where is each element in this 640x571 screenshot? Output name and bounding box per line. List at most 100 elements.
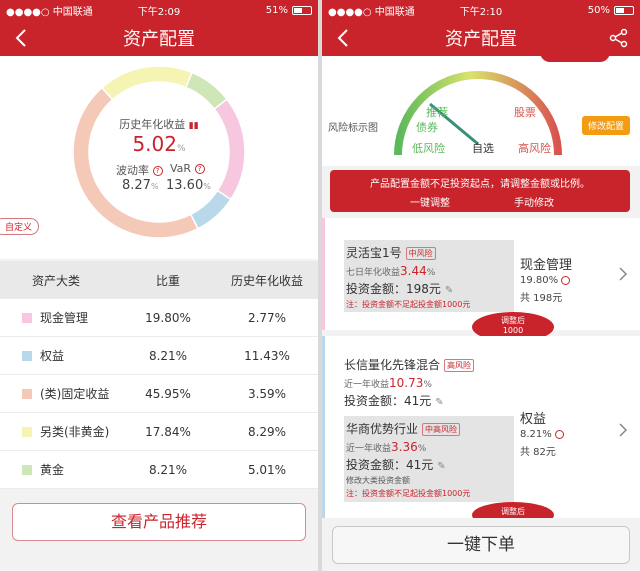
risk-tag: 中高风险 [422, 423, 461, 436]
donut-slice [100, 65, 194, 101]
var-value: 13.60% [166, 178, 211, 193]
category-name: 另类(非黄金) [40, 425, 110, 439]
page-title: 资产配置 [445, 29, 517, 50]
table-row: 黄金 8.21% 5.01% [0, 451, 318, 489]
gauge-label-low: 低风险 [412, 142, 445, 155]
category-swatch [22, 350, 32, 361]
category-name: 权益 [520, 412, 547, 427]
product-item[interactable]: 灵活宝1号 中风险 七日年化收益3.44% 投资金额：198元 ✎ 注：投资金额不足… [344, 240, 514, 312]
edit-icon[interactable]: ✎ [437, 461, 445, 472]
row-return: 3.59% [247, 386, 287, 401]
row-return: 2.77% [247, 310, 287, 325]
decorative-badge [540, 42, 610, 62]
back-arrow-icon[interactable] [332, 26, 356, 50]
table-header: 资产大类 比重 历史年化收益 [0, 261, 318, 299]
row-return: 11.43% [244, 348, 290, 363]
category-total: 共 82元 [520, 447, 556, 458]
product-amount: 投资金额：198元 ✎ [346, 282, 454, 296]
warning-text: 产品配置金额不足投资起点，请调整金额或比例。 [370, 179, 590, 190]
gauge-label-bond: 债券 [416, 121, 438, 134]
risk-tag: 高风险 [444, 359, 475, 372]
header-category: 资产大类 [32, 273, 81, 288]
hist-return-label: 历史年化收益 ▮▮ [119, 118, 199, 131]
row-category: (类)固定收益 [0, 385, 120, 402]
table-row: 现金管理 19.80% 2.77% [0, 299, 318, 337]
nav-bar: 资产配置 [0, 20, 318, 56]
row-return: 5.01% [247, 462, 287, 477]
bar-chart-icon: ▮▮ [188, 121, 199, 131]
chevron-right-icon[interactable] [618, 266, 628, 282]
risk-tag: 中风险 [405, 247, 436, 260]
category-total: 共 198元 [520, 293, 563, 304]
product-note: 注：投资金额不足起投金额1000元 [346, 489, 471, 498]
volatility-label: 波动率 ? [116, 162, 163, 178]
category-name: 现金管理 [40, 311, 89, 325]
category-swatch [22, 464, 32, 475]
category-color-bar [322, 218, 325, 330]
category-weight: 8.21% [520, 429, 564, 440]
table-row: 权益 8.21% 11.43% [0, 337, 318, 375]
row-weight: 8.21% [148, 348, 188, 363]
row-category: 另类(非黄金) [0, 423, 120, 440]
view-products-button[interactable]: 查看产品推荐 [12, 503, 306, 541]
category-name: 黄金 [40, 463, 65, 477]
modify-hint: 修改大类投资金额 [346, 476, 410, 485]
help-icon[interactable]: ? [152, 166, 163, 176]
phone-left-screen: ●●●●○ 中国联通 下午2:09 51% 资产配置 历史年化收益 ▮▮ 5.0… [0, 0, 318, 571]
gauge-label-recommend: 推荐 [426, 106, 448, 119]
category-name: (类)固定收益 [40, 387, 110, 401]
product-name: 灵活宝1号 [346, 246, 402, 260]
product-item[interactable]: 长信量化先锋混合 高风险 近一年收益10.73% 投资金额：41元 ✎ [344, 356, 514, 409]
product-rate: 七日年化收益3.44% [346, 264, 436, 278]
warning-banner: 产品配置金额不足投资起点，请调整金额或比例。 一键调整 手动修改 [330, 170, 630, 212]
manual-edit-link[interactable]: 手动修改 [514, 194, 554, 209]
row-category: 黄金 [0, 461, 120, 478]
category-color-bar [322, 336, 325, 518]
product-note: 注：投资金额不足起投金额1000元 [346, 300, 471, 309]
table-row: 另类(非黄金) 17.84% 8.29% [0, 413, 318, 451]
battery-icon [614, 5, 634, 15]
phone-right-screen: ●●●●○ 中国联通 下午2:10 50% 资产配置 风险标示图 推荐 债券 股… [322, 0, 640, 571]
status-bar: ●●●●○ 中国联通 下午2:09 51% [0, 0, 318, 20]
row-category: 现金管理 [0, 309, 120, 326]
product-item[interactable]: 华商优势行业 中高风险 近一年收益3.36% 投资金额：41元 ✎ 修改大类投资金额… [344, 416, 514, 502]
clock-icon [554, 429, 564, 439]
row-category: 权益 [0, 347, 120, 364]
category-card-equity[interactable]: 长信量化先锋混合 高风险 近一年收益10.73% 投资金额：41元 ✎ 华商优势行业… [322, 336, 640, 528]
back-arrow-icon[interactable] [10, 26, 34, 50]
header-return: 历史年化收益 [230, 273, 303, 288]
chevron-right-icon[interactable] [618, 422, 628, 438]
hist-return-value: 5.02% [132, 132, 186, 156]
summary-panel: 历史年化收益 ▮▮ 5.02% 波动率 ? 8.27% VaR ? 13.60%… [0, 56, 318, 259]
product-rate: 近一年收益3.36% [346, 440, 427, 454]
row-return: 8.29% [247, 424, 287, 439]
help-icon[interactable]: ? [194, 164, 205, 174]
category-summary: 权益 8.21% 共 82元 [520, 408, 564, 458]
one-click-adjust-link[interactable]: 一键调整 [410, 194, 450, 209]
category-swatch [22, 388, 32, 399]
risk-gauge-panel: 风险标示图 推荐 债券 股票 低风险 自选 高风险 修改配置 [322, 42, 640, 166]
volatility-value: 8.27% [122, 178, 159, 193]
allocation-table: 资产大类 比重 历史年化收益 现金管理 19.80% 2.77% 权益 8.21% 11.… [0, 261, 318, 489]
edit-icon[interactable]: ✎ [435, 397, 443, 408]
custom-tag[interactable]: 自定义 [0, 218, 40, 235]
table-row: (类)固定收益 45.95% 3.59% [0, 375, 318, 413]
category-summary: 现金管理 19.80% 共 198元 [520, 254, 572, 304]
one-click-order-button[interactable]: 一键下单 [332, 526, 630, 564]
clock-icon [561, 275, 571, 285]
page-title: 资产配置 [123, 29, 195, 50]
gauge-label-high: 高风险 [518, 142, 551, 155]
clock: 下午2:10 [459, 6, 503, 18]
product-rate: 近一年收益10.73% [344, 376, 432, 390]
share-icon[interactable] [608, 27, 630, 49]
product-amount: 投资金额：41元 ✎ [346, 458, 446, 472]
category-card-cash[interactable]: 灵活宝1号 中风险 七日年化收益3.44% 投资金额：198元 ✎ 注：投资金额不足… [322, 218, 640, 342]
row-weight: 8.21% [148, 462, 188, 477]
edit-icon[interactable]: ✎ [445, 285, 453, 296]
product-amount: 投资金额：41元 ✎ [344, 394, 444, 408]
category-name: 现金管理 [520, 258, 573, 273]
var-label: VaR ? [170, 162, 205, 175]
category-swatch [22, 426, 32, 437]
modify-config-button[interactable]: 修改配置 [581, 116, 630, 135]
category-name: 权益 [40, 349, 65, 363]
